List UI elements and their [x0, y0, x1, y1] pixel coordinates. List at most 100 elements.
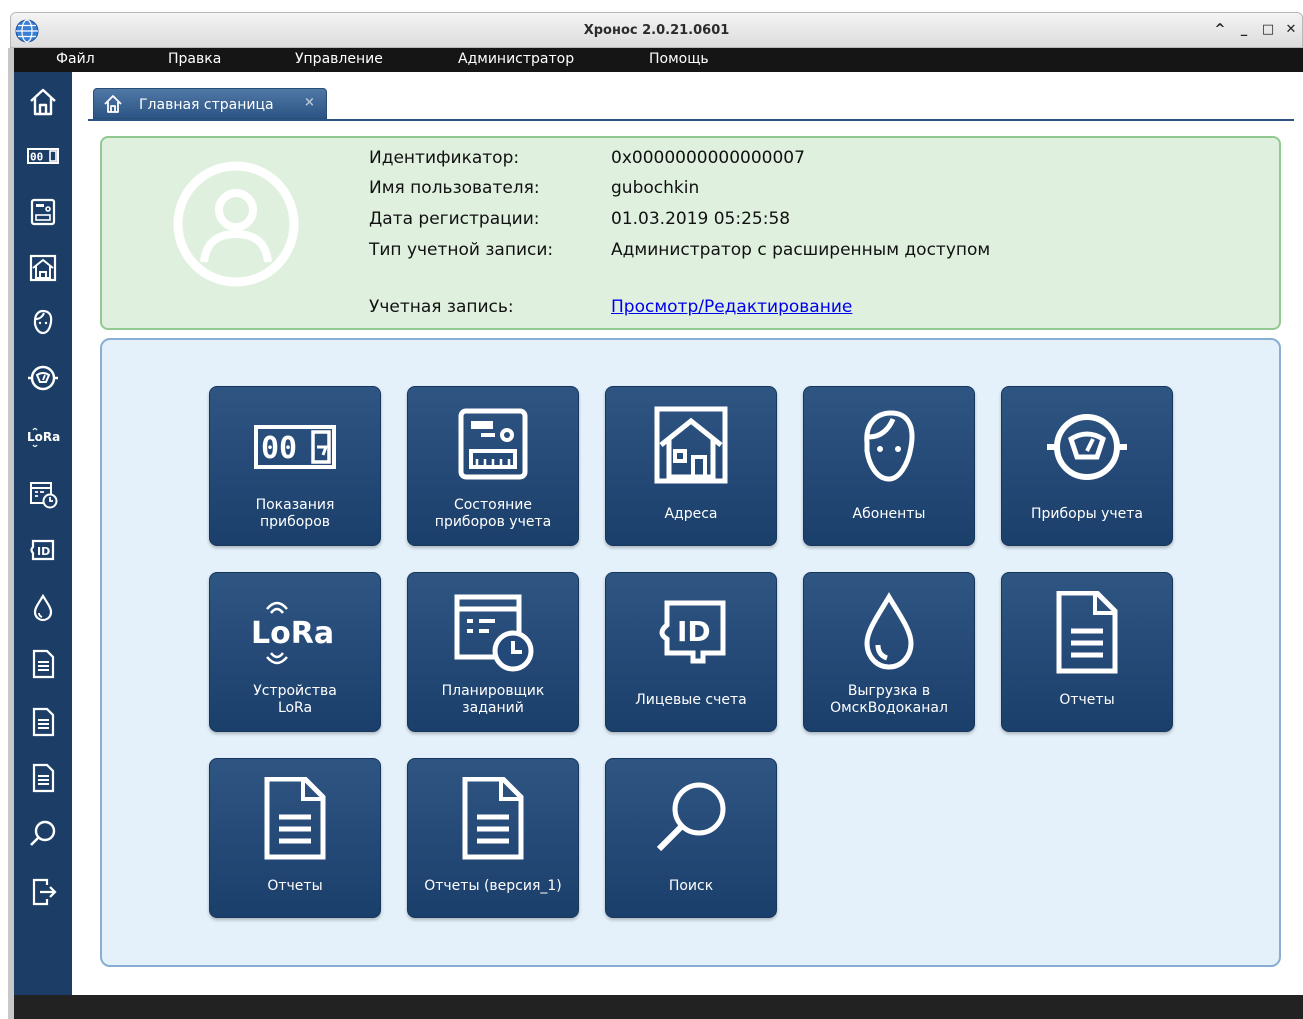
- tab-home[interactable]: Главная страница ×: [93, 88, 327, 119]
- tile-label: Планировщик заданий: [441, 683, 545, 716]
- id-icon: ID: [659, 600, 726, 664]
- collapse-button[interactable]: ^: [1212, 22, 1228, 38]
- account-type-label: Тип учетной записи:: [369, 240, 554, 260]
- document-icon: [462, 777, 524, 860]
- tile-export-vodokanal[interactable]: Выгрузка в ОмскВодоканал: [803, 572, 975, 732]
- logout-icon: [32, 878, 57, 906]
- menu-bar: Файл Правка Управление Администратор Пом…: [14, 48, 1303, 72]
- tile-lora[interactable]: LoRa Устройства LoRa: [209, 572, 381, 732]
- tile-label: Адреса: [664, 505, 718, 522]
- tile-reports[interactable]: Отчеты: [1001, 572, 1173, 732]
- menu-file[interactable]: Файл: [56, 51, 95, 67]
- sidebar-item-subscribers[interactable]: [23, 302, 63, 342]
- tile-meters[interactable]: Приборы учета: [1001, 386, 1173, 546]
- sidebar-item-export[interactable]: [23, 588, 63, 628]
- sidebar-item-logout[interactable]: [23, 872, 63, 912]
- sidebar-item-reports-3[interactable]: [23, 758, 63, 798]
- gauge-icon: [28, 365, 58, 391]
- counter-icon: 00: [27, 148, 59, 164]
- search-icon: [30, 820, 56, 846]
- water-drop-icon: [864, 592, 914, 670]
- menu-help[interactable]: Помощь: [649, 51, 709, 67]
- subscriber-icon: [864, 410, 915, 482]
- tile-meter-status[interactable]: Состояние приборов учета: [407, 386, 579, 546]
- tile-scheduler[interactable]: Планировщик заданий: [407, 572, 579, 732]
- svg-text:ID: ID: [677, 615, 711, 648]
- avatar: [173, 161, 299, 287]
- minimize-button[interactable]: _: [1236, 22, 1252, 38]
- sidebar-item-readings[interactable]: 00: [23, 136, 63, 176]
- username-label: Имя пользователя:: [369, 178, 540, 198]
- tile-accounts[interactable]: ID Лицевые счета: [605, 572, 777, 732]
- user-info-card: Идентификатор: 0x0000000000000007 Имя по…: [100, 136, 1281, 330]
- tab-close-button[interactable]: ×: [304, 95, 315, 110]
- sidebar-item-reports-1[interactable]: [23, 644, 63, 684]
- registration-date-value: 01.03.2019 05:25:58: [611, 209, 791, 229]
- counter-icon: 00: [254, 425, 336, 469]
- tile-addresses[interactable]: Адреса: [605, 386, 777, 546]
- sidebar-item-meter-status[interactable]: [23, 192, 63, 232]
- username-value: gubochkin: [611, 178, 700, 198]
- scheduler-icon: [30, 482, 58, 509]
- svg-text:ID: ID: [37, 545, 50, 558]
- sidebar-item-lora[interactable]: LoRa: [23, 416, 63, 456]
- tile-label: Состояние приборов учета: [434, 497, 552, 530]
- menu-manage[interactable]: Управление: [295, 51, 383, 67]
- lora-icon: LoRa: [253, 601, 334, 665]
- identifier-value: 0x0000000000000007: [611, 148, 805, 168]
- tile-label: Выгрузка в ОмскВодоканал: [830, 683, 948, 716]
- water-drop-icon: [33, 593, 53, 622]
- account-edit-link[interactable]: Просмотр/Редактирование: [611, 297, 852, 317]
- menu-admin[interactable]: Администратор: [458, 51, 574, 67]
- tile-subscribers[interactable]: Абоненты: [803, 386, 975, 546]
- title-bar[interactable]: Хронос 2.0.21.0601 ^ _ □ ✕: [10, 12, 1303, 48]
- tile-label: Устройства LoRa: [253, 683, 337, 716]
- sidebar-item-accounts[interactable]: ID: [23, 530, 63, 570]
- svg-text:00: 00: [30, 151, 43, 164]
- tile-readings[interactable]: 00 Показания приборов: [209, 386, 381, 546]
- document-icon: [32, 707, 55, 737]
- tile-label: Лицевые счета: [635, 691, 747, 708]
- tile-label: Отчеты: [1059, 691, 1115, 708]
- subscriber-icon: [33, 309, 53, 335]
- address-icon: [654, 406, 728, 484]
- document-icon: [1056, 591, 1118, 674]
- scheduler-icon: [454, 594, 534, 672]
- gauge-icon: [1047, 414, 1127, 480]
- tile-label: Отчеты (версия_1): [424, 877, 562, 894]
- tile-reports-2[interactable]: Отчеты: [209, 758, 381, 918]
- tile-search[interactable]: Поиск: [605, 758, 777, 918]
- account-type-value: Администратор с расширенным доступом: [611, 240, 991, 260]
- lora-icon: LoRa: [27, 427, 60, 448]
- home-icon: [30, 88, 56, 116]
- identifier-label: Идентификатор:: [369, 148, 520, 168]
- tab-label: Главная страница: [139, 97, 274, 113]
- window-title: Хронос 2.0.21.0601: [583, 23, 730, 38]
- svg-text:00: 00: [261, 431, 297, 466]
- close-button[interactable]: ✕: [1283, 22, 1299, 38]
- home-icon: [104, 95, 122, 113]
- search-icon: [656, 782, 726, 852]
- id-icon: ID: [30, 539, 55, 561]
- address-icon: [29, 254, 57, 282]
- tile-reports-v1[interactable]: Отчеты (версия_1): [407, 758, 579, 918]
- account-label: Учетная запись:: [369, 297, 514, 317]
- menu-edit[interactable]: Правка: [168, 51, 221, 67]
- maximize-button[interactable]: □: [1260, 22, 1276, 38]
- tile-label: Поиск: [668, 877, 714, 894]
- meter-status-icon: [458, 408, 528, 480]
- sidebar: 00 LoRa ID: [14, 72, 72, 995]
- sidebar-item-search[interactable]: [23, 814, 63, 854]
- tiles-panel: 00 Показания приборов Состояние приборов…: [100, 338, 1281, 967]
- sidebar-item-addresses[interactable]: [23, 248, 63, 288]
- sidebar-item-scheduler[interactable]: [23, 474, 63, 514]
- registration-date-label: Дата регистрации:: [369, 209, 540, 229]
- svg-text:LoRa: LoRa: [253, 616, 334, 651]
- document-icon: [32, 649, 55, 679]
- sidebar-item-home[interactable]: [23, 82, 63, 122]
- sidebar-item-meters[interactable]: [23, 358, 63, 398]
- document-icon: [264, 777, 326, 860]
- sidebar-item-reports-2[interactable]: [23, 702, 63, 742]
- status-bar: [14, 995, 1303, 1019]
- tab-underline: [88, 119, 1294, 121]
